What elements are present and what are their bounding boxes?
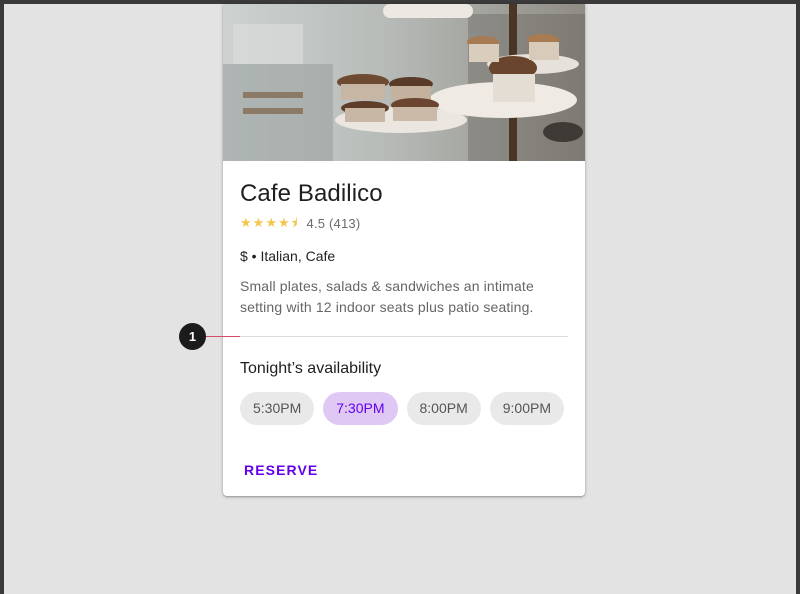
restaurant-name: Cafe Badilico (240, 180, 383, 207)
divider (240, 336, 568, 337)
restaurant-card: Cafe Badilico ★ ★ ★ ★ ⯨ 4.5 (413) $ • It… (223, 4, 585, 496)
time-chip-selected[interactable]: 7:30PM (323, 392, 398, 425)
rating-stars: ★ ★ ★ ★ ⯨ (240, 215, 299, 231)
star-icon: ★ (240, 215, 252, 230)
star-icon: ★ (265, 215, 277, 230)
rating-value: 4.5 (413) (306, 215, 361, 231)
availability-title: Tonight’s availability (240, 360, 382, 377)
time-chip[interactable]: 8:00PM (406, 392, 481, 425)
time-chip[interactable]: 9:00PM (489, 392, 564, 425)
star-icon: ★ (277, 215, 290, 230)
star-icon: ★ (252, 215, 265, 230)
restaurant-description: Small plates, salads & sandwiches an int… (240, 278, 534, 315)
price-and-cuisine: $ • Italian, Cafe (240, 248, 336, 264)
callout-leader-line (204, 336, 240, 337)
time-chip-group: 5:30PM 7:30PM 8:00PM 9:00PM (240, 392, 573, 425)
cafe-photo (223, 4, 585, 161)
callout-badge: 1 (179, 323, 206, 350)
rating: ★ ★ ★ ★ ⯨ 4.5 (413) (240, 215, 360, 231)
star-half-icon: ⯨ (290, 215, 298, 230)
time-chip[interactable]: 5:30PM (240, 392, 315, 425)
reserve-button[interactable]: RESERVE (244, 462, 318, 478)
